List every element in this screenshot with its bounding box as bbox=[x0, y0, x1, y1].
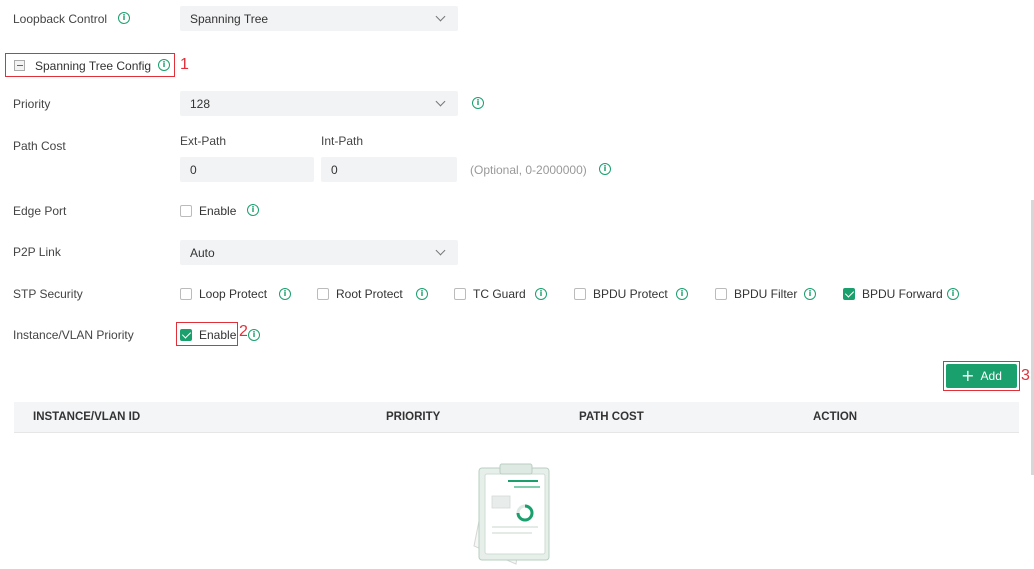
edge-port-label: Edge Port bbox=[13, 204, 67, 218]
p2p-link-label: P2P Link bbox=[13, 245, 61, 259]
p2p-link-value: Auto bbox=[190, 245, 215, 260]
add-button[interactable]: + Add bbox=[946, 364, 1017, 388]
info-icon[interactable]: i bbox=[804, 288, 816, 300]
bpdu-forward-checkbox[interactable] bbox=[843, 288, 855, 300]
collapse-minus-icon[interactable] bbox=[14, 60, 25, 71]
int-path-input[interactable]: 0 bbox=[321, 157, 457, 182]
root-protect-option[interactable]: Root Protect bbox=[317, 287, 403, 301]
instance-vlan-option: Enable bbox=[199, 328, 237, 342]
chevron-down-icon bbox=[435, 11, 446, 22]
info-icon[interactable]: i bbox=[599, 163, 611, 175]
int-path-value: 0 bbox=[331, 162, 338, 177]
tc-guard-checkbox[interactable] bbox=[454, 288, 466, 300]
bpdu-filter-label: BPDU Filter bbox=[734, 287, 798, 301]
instance-vlan-checkbox-row[interactable]: Enable bbox=[180, 328, 236, 342]
info-icon[interactable]: i bbox=[247, 204, 259, 216]
marker-1: 1 bbox=[180, 56, 189, 73]
chevron-down-icon bbox=[435, 96, 446, 107]
info-icon[interactable]: i bbox=[535, 288, 547, 300]
loop-protect-checkbox[interactable] bbox=[180, 288, 192, 300]
edge-port-checkbox-row[interactable]: Enable bbox=[180, 204, 236, 218]
path-cost-hint: (Optional, 0-2000000) bbox=[470, 163, 587, 177]
stp-security-label: STP Security bbox=[13, 287, 83, 301]
edge-port-checkbox[interactable] bbox=[180, 205, 192, 217]
priority-select[interactable]: 128 bbox=[180, 91, 458, 116]
col-action[interactable]: ACTION bbox=[813, 411, 857, 423]
instance-vlan-priority-label: Instance/VLAN Priority bbox=[13, 328, 134, 342]
col-path-cost[interactable]: PATH COST bbox=[579, 411, 644, 423]
bpdu-protect-label: BPDU Protect bbox=[593, 287, 668, 301]
bpdu-protect-option[interactable]: BPDU Protect bbox=[574, 287, 668, 301]
path-cost-label: Path Cost bbox=[13, 139, 66, 153]
loop-protect-option[interactable]: Loop Protect bbox=[180, 287, 267, 301]
priority-label: Priority bbox=[13, 97, 51, 111]
priority-value: 128 bbox=[190, 96, 211, 111]
empty-clipboard-icon bbox=[473, 463, 550, 565]
loopback-control-label: Loopback Control bbox=[13, 12, 108, 26]
info-icon[interactable]: i bbox=[416, 288, 428, 300]
info-icon[interactable]: i bbox=[279, 288, 291, 300]
info-icon[interactable]: i bbox=[158, 59, 170, 71]
tc-guard-option[interactable]: TC Guard bbox=[454, 287, 526, 301]
root-protect-label: Root Protect bbox=[336, 287, 403, 301]
loop-protect-label: Loop Protect bbox=[199, 287, 268, 301]
int-path-label: Int-Path bbox=[321, 134, 364, 148]
bpdu-forward-label: BPDU Forward bbox=[862, 287, 943, 301]
p2p-link-select[interactable]: Auto bbox=[180, 240, 458, 265]
chevron-down-icon bbox=[435, 245, 446, 256]
marker-2: 2 bbox=[239, 323, 248, 340]
ext-path-input[interactable]: 0 bbox=[180, 157, 314, 182]
instance-vlan-checkbox[interactable] bbox=[180, 329, 192, 341]
edge-port-option: Enable bbox=[199, 204, 237, 218]
root-protect-checkbox[interactable] bbox=[317, 288, 329, 300]
info-icon[interactable]: i bbox=[947, 288, 959, 300]
add-button-label: Add bbox=[980, 369, 1002, 383]
loopback-control-value: Spanning Tree bbox=[190, 11, 269, 26]
ext-path-value: 0 bbox=[190, 162, 197, 177]
info-icon[interactable]: i bbox=[472, 97, 484, 109]
marker-3: 3 bbox=[1021, 367, 1030, 384]
col-instance-vlan-id[interactable]: INSTANCE/VLAN ID bbox=[33, 411, 140, 423]
bpdu-filter-option[interactable]: BPDU Filter bbox=[715, 287, 797, 301]
plus-icon: + bbox=[961, 366, 975, 385]
stp-config-title: Spanning Tree Config bbox=[35, 59, 152, 73]
bpdu-filter-checkbox[interactable] bbox=[715, 288, 727, 300]
ext-path-label: Ext-Path bbox=[180, 134, 227, 148]
tc-guard-label: TC Guard bbox=[473, 287, 526, 301]
info-icon[interactable]: i bbox=[676, 288, 688, 300]
bpdu-forward-option[interactable]: BPDU Forward bbox=[843, 287, 943, 301]
col-priority[interactable]: PRIORITY bbox=[386, 411, 440, 423]
loopback-control-select[interactable]: Spanning Tree bbox=[180, 6, 458, 31]
table-header: INSTANCE/VLAN ID PRIORITY PATH COST ACTI… bbox=[14, 402, 1019, 433]
info-icon[interactable]: i bbox=[118, 12, 130, 24]
info-icon[interactable]: i bbox=[248, 329, 260, 341]
bpdu-protect-checkbox[interactable] bbox=[574, 288, 586, 300]
